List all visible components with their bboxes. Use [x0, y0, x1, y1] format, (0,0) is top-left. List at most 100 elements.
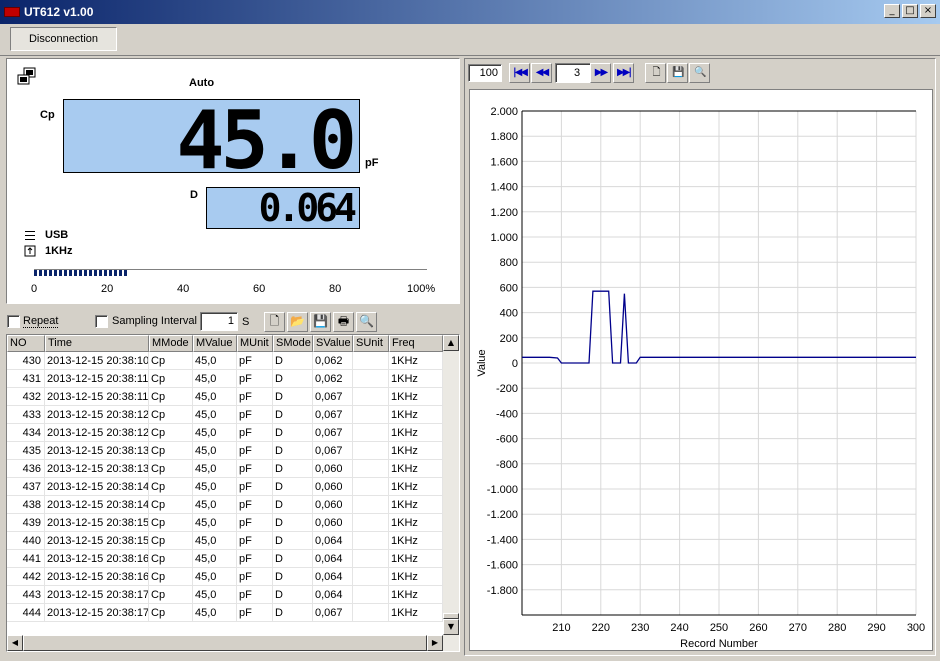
table-cell: pF	[237, 532, 273, 549]
table-cell: 0,067	[313, 604, 353, 621]
column-header[interactable]: MValue	[193, 335, 237, 352]
table-row[interactable]: 437 2013-12-15 20:38:14 Cp 45,0 pF D 0,060 1KHz	[7, 478, 459, 496]
maximize-button[interactable]: □	[902, 4, 918, 18]
interface-label: USB	[45, 229, 69, 241]
table-row[interactable]: 442 2013-12-15 20:38:16 Cp 45,0 pF D 0,064 1KHz	[7, 568, 459, 586]
zoom-chart-icon[interactable]: 🔍	[689, 63, 710, 83]
y-tick-label: -400	[496, 408, 518, 420]
table-cell: 432	[7, 388, 45, 405]
scroll-right-icon[interactable]: ▶	[427, 635, 443, 651]
table-cell: 431	[7, 370, 45, 387]
table-cell: D	[273, 424, 313, 441]
save-icon[interactable]: 💾	[310, 312, 331, 332]
column-header[interactable]: SValue	[313, 335, 353, 352]
close-button[interactable]: ×	[920, 4, 936, 18]
repeat-checkbox[interactable]	[7, 315, 20, 328]
table-cell: Cp	[149, 352, 193, 369]
column-header[interactable]: Time	[45, 335, 149, 352]
table-cell: 2013-12-15 20:38:10	[45, 352, 149, 369]
y-tick-label: -1.400	[487, 534, 518, 546]
minimize-button[interactable]: _	[884, 4, 900, 18]
new-chart-icon[interactable]: 🗋	[645, 63, 666, 83]
table-cell: 433	[7, 406, 45, 423]
scroll-up-icon[interactable]: ▲	[443, 335, 459, 351]
table-cell	[353, 604, 389, 621]
table-cell: 45,0	[193, 496, 237, 513]
horizontal-scroll-thumb[interactable]	[23, 635, 427, 651]
table-cell: D	[273, 406, 313, 423]
table-row[interactable]: 441 2013-12-15 20:38:16 Cp 45,0 pF D 0,064 1KHz	[7, 550, 459, 568]
table-row[interactable]: 434 2013-12-15 20:38:12 Cp 45,0 pF D 0,067 1KHz	[7, 424, 459, 442]
repeat-label[interactable]: Repeat	[23, 315, 59, 328]
table-row[interactable]: 444 2013-12-15 20:38:17 Cp 45,0 pF D 0,067 1KHz	[7, 604, 459, 622]
scroll-left-icon[interactable]: ◀	[7, 635, 23, 651]
last-page-icon[interactable]: ▶▶|	[613, 63, 634, 83]
table-row[interactable]: 436 2013-12-15 20:38:13 Cp 45,0 pF D 0,060 1KHz	[7, 460, 459, 478]
table-row[interactable]: 431 2013-12-15 20:38:11 Cp 45,0 pF D 0,062 1KHz	[7, 370, 459, 388]
table-row[interactable]: 433 2013-12-15 20:38:12 Cp 45,0 pF D 0,067 1KHz	[7, 406, 459, 424]
table-cell: 2013-12-15 20:38:12	[45, 424, 149, 441]
sampling-label[interactable]: Sampling Interval	[112, 315, 197, 327]
table-cell: 1KHz	[389, 568, 443, 585]
previous-page-icon[interactable]: ◀◀	[531, 63, 552, 83]
table-cell: 430	[7, 352, 45, 369]
table-row[interactable]: 435 2013-12-15 20:38:13 Cp 45,0 pF D 0,067 1KHz	[7, 442, 459, 460]
line-chart: 2.000 1.800 1.600 1.400 1.200 1.000 800 600 400 2…	[476, 106, 925, 650]
table-cell: Cp	[149, 442, 193, 459]
column-header[interactable]: SUnit	[353, 335, 389, 352]
table-row[interactable]: 432 2013-12-15 20:38:11 Cp 45,0 pF D 0,067 1KHz	[7, 388, 459, 406]
table-row[interactable]: 440 2013-12-15 20:38:15 Cp 45,0 pF D 0,064 1KHz	[7, 532, 459, 550]
table-cell: Cp	[149, 406, 193, 423]
window-title: UT612 v1.00	[24, 5, 94, 19]
column-header[interactable]: MMode	[149, 335, 193, 352]
y-tick-label: 1.400	[490, 182, 518, 194]
print-icon[interactable]: 🖶	[333, 312, 354, 332]
table-cell: 2013-12-15 20:38:17	[45, 586, 149, 603]
table-cell: 1KHz	[389, 586, 443, 603]
column-header[interactable]: SMode	[273, 335, 313, 352]
table-cell: pF	[237, 514, 273, 531]
column-header[interactable]: MUnit	[237, 335, 273, 352]
table-cell: 45,0	[193, 442, 237, 459]
next-page-icon[interactable]: ▶▶	[590, 63, 611, 83]
scale-label: 100%	[407, 283, 436, 295]
first-page-icon[interactable]: |◀◀	[509, 63, 530, 83]
zoom-icon[interactable]: 🔍	[356, 312, 377, 332]
sampling-interval-input[interactable]: 1	[200, 312, 238, 331]
column-header[interactable]: NO	[7, 335, 45, 352]
table-cell: 0,062	[313, 370, 353, 387]
table-cell: 435	[7, 442, 45, 459]
y-axis-label: Value	[476, 349, 488, 376]
x-tick-label: 220	[592, 622, 610, 634]
y-tick-label: 600	[500, 282, 518, 294]
column-header[interactable]: Freq	[389, 335, 443, 352]
open-folder-icon[interactable]: 📂	[287, 312, 308, 332]
table-cell: 440	[7, 532, 45, 549]
table-cell: pF	[237, 604, 273, 621]
table-cell	[353, 424, 389, 441]
zoom-input[interactable]: 100	[468, 64, 502, 82]
table-cell: 0,060	[313, 460, 353, 477]
table-cell: 441	[7, 550, 45, 567]
frequency-label: 1KHz	[45, 245, 73, 257]
table-cell: pF	[237, 568, 273, 585]
vertical-scrollbar[interactable]: ▲ ▼	[443, 335, 459, 635]
new-file-icon[interactable]: 🗋	[264, 312, 285, 332]
table-cell: 2013-12-15 20:38:12	[45, 406, 149, 423]
y-tick-label: 1.800	[490, 131, 518, 143]
primary-display: 45.0	[63, 94, 360, 187]
primary-unit: pF	[365, 157, 379, 169]
sampling-checkbox[interactable]	[95, 315, 108, 328]
table-row[interactable]: 438 2013-12-15 20:38:14 Cp 45,0 pF D 0,060 1KHz	[7, 496, 459, 514]
table-row[interactable]: 439 2013-12-15 20:38:15 Cp 45,0 pF D 0,060 1KHz	[7, 514, 459, 532]
horizontal-scrollbar[interactable]: ◀ ▶	[7, 635, 459, 651]
save-chart-icon[interactable]: 💾	[667, 63, 688, 83]
table-row[interactable]: 430 2013-12-15 20:38:10 Cp 45,0 pF D 0,062 1KHz	[7, 352, 459, 370]
table-row[interactable]: 443 2013-12-15 20:38:17 Cp 45,0 pF D 0,064 1KHz	[7, 586, 459, 604]
scroll-down-icon[interactable]: ▼	[443, 619, 459, 635]
x-axis-label: Record Number	[680, 638, 758, 650]
table-cell: D	[273, 496, 313, 513]
disconnect-button[interactable]: Disconnection	[10, 27, 117, 51]
table-cell: 2013-12-15 20:38:16	[45, 550, 149, 567]
scale-label: 80	[329, 283, 342, 295]
